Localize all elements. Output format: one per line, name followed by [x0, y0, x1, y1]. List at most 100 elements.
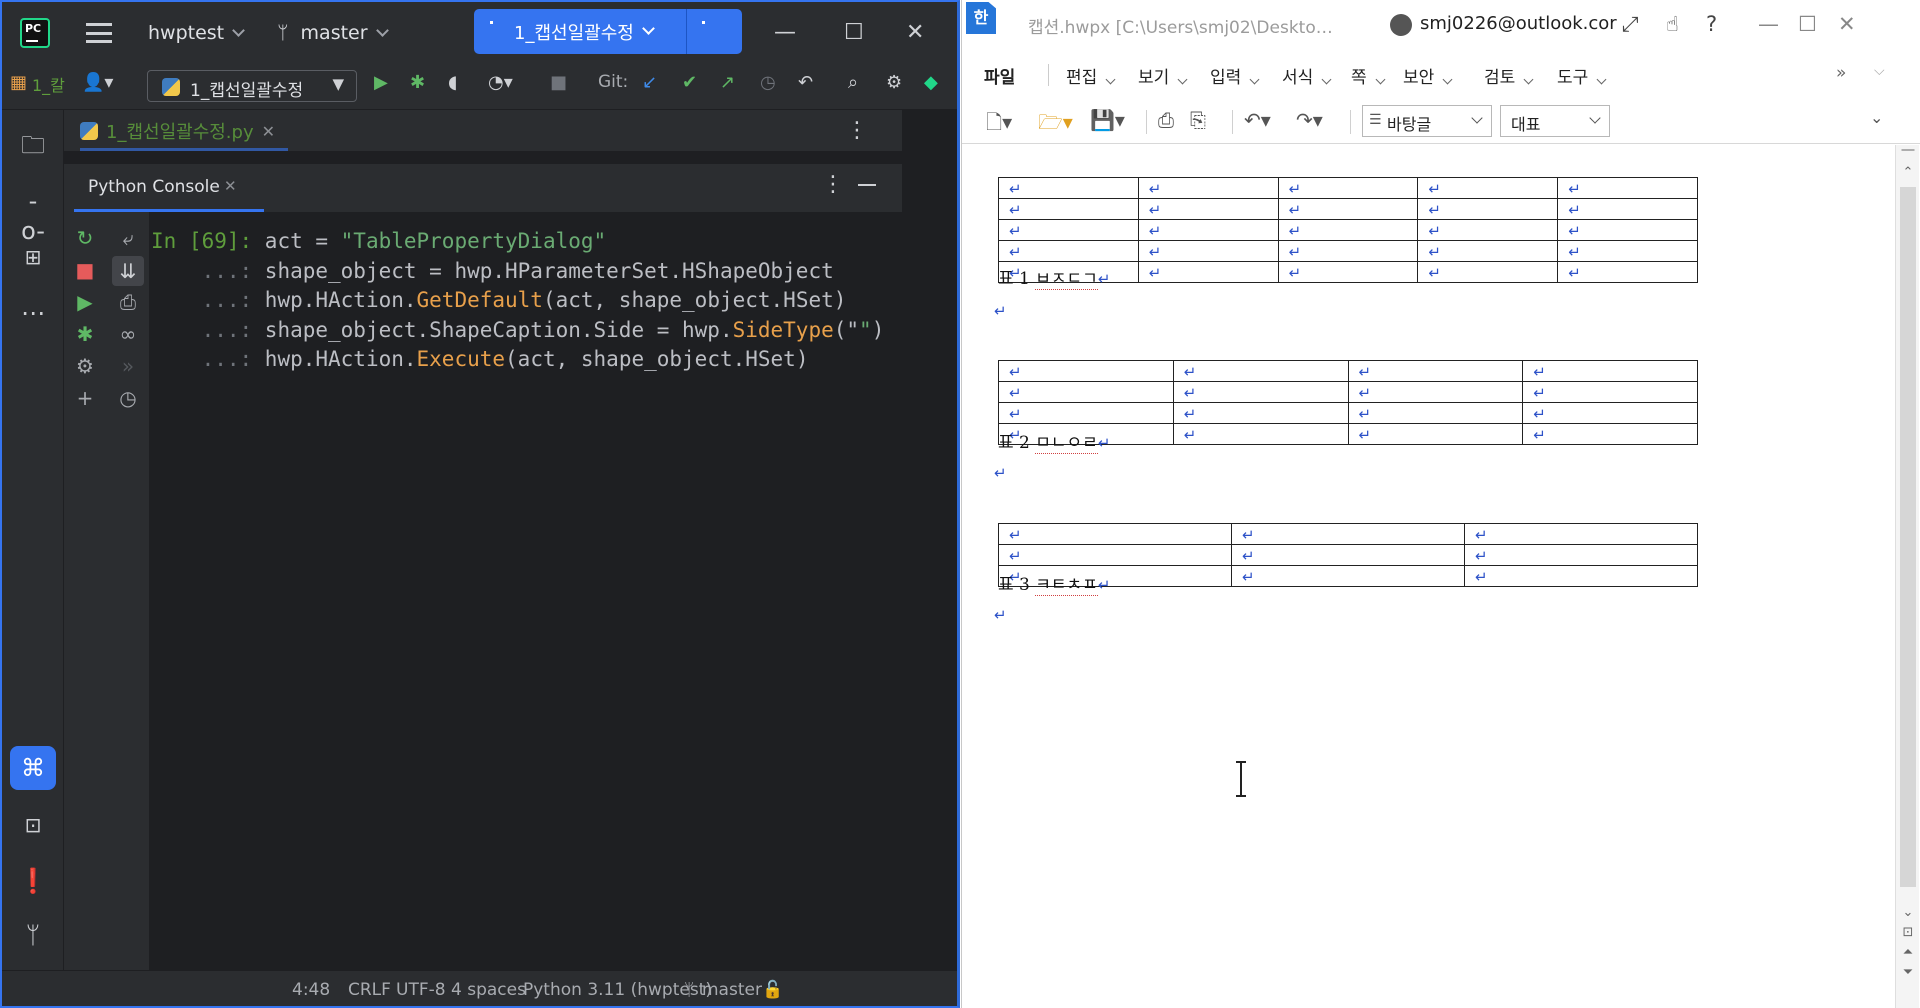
run-config-name[interactable]: 1_캡선일괄수정 [514, 19, 634, 45]
terminal-icon[interactable]: ⊡ [18, 810, 48, 840]
table-cell[interactable]: ↵ [1557, 177, 1698, 199]
debug-icon[interactable]: ✱ [410, 72, 425, 93]
file-tab[interactable]: 1_캡선일괄수정.py ✕ [80, 110, 275, 152]
settings-gear-icon[interactable]: ⚙ [886, 72, 902, 93]
table-cell[interactable]: ↵ [1347, 402, 1524, 424]
table-cell[interactable]: ↵ [1137, 219, 1279, 241]
console-line[interactable]: ...: hwp.HAction.GetDefault(act, shape_o… [151, 288, 847, 312]
console-history-icon[interactable]: ◷ [116, 386, 140, 410]
table-cell[interactable]: ↵ [1277, 198, 1419, 220]
problems-icon[interactable]: ❗ [18, 866, 48, 896]
project-short-label[interactable]: 1_칼 [32, 72, 65, 96]
console-options-kebab-icon[interactable]: ⋮ [822, 172, 844, 197]
debug-console-icon[interactable]: ✱ [73, 322, 97, 346]
next-page-icon[interactable]: ⏷ [1900, 965, 1916, 980]
table-cell[interactable]: ↵ [1137, 177, 1279, 199]
table-cell[interactable]: ↵ [1137, 261, 1279, 283]
table-caption[interactable]: 표 1 ㅂㅈㄷㄱ↵ [998, 264, 1110, 290]
console-line[interactable]: ...: shape_object.ShapeCaption.Side = hw… [151, 318, 885, 342]
project-folder-icon[interactable]: 🗀 [18, 130, 48, 160]
profile-icon[interactable]: ◔▾ [488, 72, 513, 93]
menu-item[interactable]: 편집 [1066, 63, 1116, 88]
menu-item[interactable]: 도구 [1557, 63, 1607, 88]
soft-wrap-icon[interactable]: ⤶ [116, 226, 140, 250]
execute-icon[interactable]: ▶ [73, 290, 97, 314]
menu-item[interactable]: 입력 [1210, 63, 1260, 88]
redo-icon[interactable]: ↷▾ [1296, 108, 1323, 132]
branch-selector[interactable]: master [301, 22, 368, 44]
table-cell[interactable]: ↵ [1231, 544, 1465, 566]
table-cell[interactable]: ↵ [998, 219, 1139, 241]
scroll-up-icon[interactable]: ⌃ [1900, 165, 1916, 180]
maximize-icon[interactable]: ☐ [844, 20, 864, 45]
pycharm-logo-icon[interactable]: PC [20, 18, 50, 48]
new-console-icon[interactable]: + [73, 386, 97, 410]
table-cell[interactable]: ↵ [998, 240, 1139, 262]
table-cell[interactable]: ↵ [1277, 177, 1419, 199]
account-avatar-icon[interactable] [1390, 14, 1412, 36]
table-cell[interactable]: ↵ [1172, 381, 1349, 403]
table-cell[interactable]: ↵ [1347, 423, 1524, 445]
table-cell[interactable]: ↵ [1231, 565, 1465, 587]
table-cell[interactable]: ↵ [1417, 219, 1559, 241]
git-push-icon[interactable]: ↗ [720, 72, 735, 93]
table-caption[interactable]: 표 3 ㅋㅌㅊㅍ↵ [998, 570, 1110, 596]
font-select[interactable]: 대표 [1500, 105, 1610, 137]
menu-item[interactable]: 검토 [1484, 63, 1534, 88]
table-cell[interactable]: ↵ [1557, 198, 1698, 220]
lock-icon[interactable]: 🔓 [762, 980, 783, 1000]
account-icon[interactable]: 👤▾ [82, 72, 113, 93]
run-icon[interactable]: ▶ [374, 72, 388, 93]
structure-icon[interactable]: ⊞ [18, 242, 48, 272]
save-icon[interactable]: 💾▾ [1090, 108, 1125, 132]
history-icon[interactable]: ◷ [760, 72, 776, 93]
account-email[interactable]: smj0226@outlook.cor [1420, 13, 1617, 34]
rollback-icon[interactable]: ↶ [798, 72, 813, 93]
table-cell[interactable]: ↵ [1172, 402, 1349, 424]
table-cell[interactable]: ↵ [998, 198, 1139, 220]
more-menus-icon[interactable]: » [1836, 63, 1846, 83]
table-cell[interactable]: ↵ [1464, 523, 1698, 545]
print-preview-icon[interactable]: ⎘ [1190, 108, 1206, 132]
print-icon[interactable]: ⎙ [1158, 108, 1174, 132]
table-cell[interactable]: ↵ [1172, 423, 1349, 445]
menu-item[interactable]: 보기 [1138, 63, 1188, 88]
vertical-scrollbar[interactable]: ⎺ ⌃ ⌄ ⊡ ⏶ ⏷ [1895, 145, 1919, 1008]
table-cell[interactable]: ↵ [1277, 240, 1419, 262]
prev-page-icon[interactable]: ⏶ [1900, 945, 1916, 960]
menu-item[interactable]: 쪽 [1351, 63, 1386, 88]
table-cell[interactable]: ↵ [1417, 261, 1559, 283]
table-cell[interactable]: ↵ [1277, 261, 1419, 283]
rerun-icon[interactable]: ↻ [73, 226, 97, 250]
cursor-position[interactable]: 4:48 [292, 980, 330, 1000]
table-cell[interactable]: ↵ [1522, 423, 1698, 445]
console-settings-icon[interactable]: ⚙ [73, 354, 97, 378]
run-config-widget[interactable]: 1_캡선일괄수정 [474, 9, 742, 54]
table-cell[interactable]: ↵ [1137, 240, 1279, 262]
table-cell[interactable]: ↵ [998, 381, 1174, 403]
search-icon[interactable]: ⌕ [848, 72, 858, 93]
minimize-icon[interactable]: — [774, 20, 796, 45]
paragraph-mark[interactable]: ↵ [994, 607, 1007, 623]
console-line[interactable]: In [69]: act = "TablePropertyDialog" [151, 229, 606, 253]
menu-item[interactable]: 파일 [984, 63, 1015, 88]
execute-selection-icon[interactable]: » [116, 354, 140, 378]
python-console-output[interactable]: In [69]: act = "TablePropertyDialog" ...… [151, 212, 902, 972]
close-tab-icon[interactable]: ✕ [262, 122, 275, 141]
python-console-icon[interactable]: ⌘ [10, 746, 56, 790]
close-icon[interactable]: ✕ [906, 20, 924, 45]
table-cell[interactable]: ↵ [1277, 219, 1419, 241]
table-cell[interactable]: ↵ [998, 177, 1139, 199]
tab-actions-kebab-icon[interactable]: ⋮ [846, 118, 868, 143]
table-cell[interactable]: ↵ [1172, 360, 1349, 382]
git-commit-icon[interactable]: ✔ [682, 72, 697, 93]
more-tools-icon[interactable]: ⋯ [18, 298, 48, 328]
scroll-down-icon[interactable]: ⌄ [1900, 905, 1916, 920]
table-caption[interactable]: 표 2 ㅁㄴㅇㄹ↵ [998, 428, 1110, 454]
table-cell[interactable]: ↵ [1464, 544, 1698, 566]
new-document-icon[interactable]: 🗋▾ [986, 108, 1012, 142]
expand-toolbar-icon[interactable]: ⌄ [1870, 108, 1883, 127]
project-selector[interactable]: hwptest [148, 22, 224, 44]
git-icon[interactable]: ᛘ [18, 920, 48, 950]
file-tab-label[interactable]: 1_캡선일괄수정.py [106, 118, 254, 144]
